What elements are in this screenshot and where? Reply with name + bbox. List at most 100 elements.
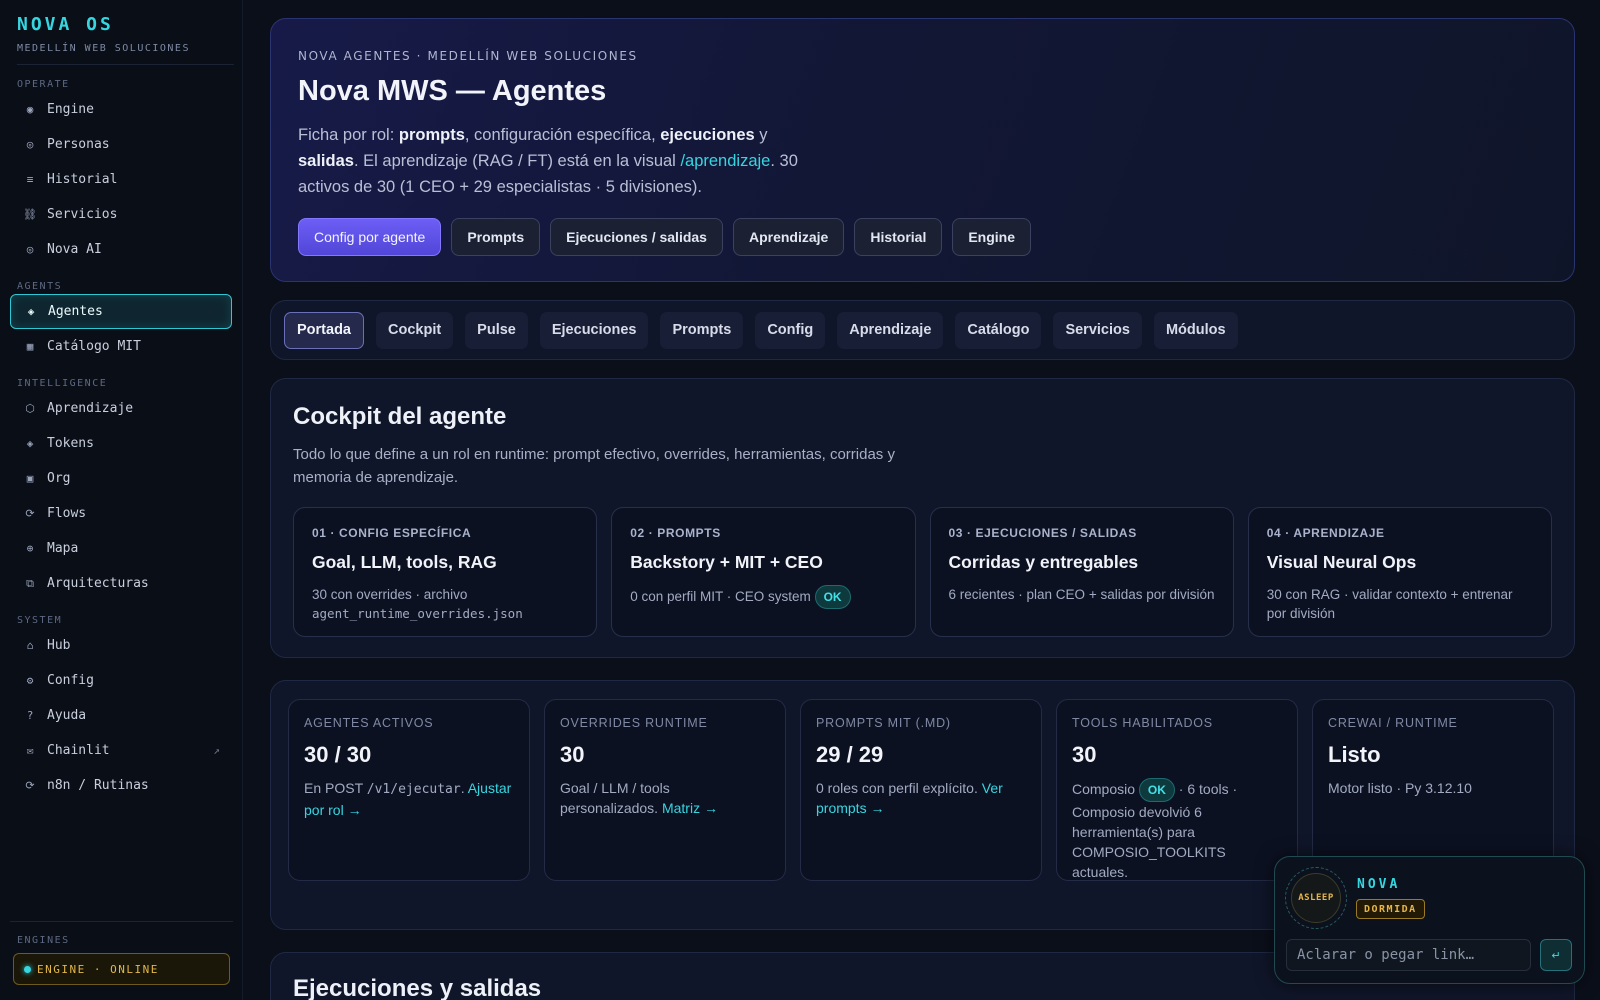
section-operate: OPERATE — [17, 79, 70, 90]
sidebar: NOVA OS MEDELLÍN WEB SOLUCIONES OPERATE … — [0, 0, 243, 1000]
stat-prompts-mit: PROMPTS MIT (.MD) 29 / 29 0 roles con pe… — [800, 699, 1042, 881]
engine-button[interactable]: Engine — [952, 218, 1032, 256]
stat-label: AGENTES ACTIVOS — [304, 716, 434, 730]
sidebar-item-personas[interactable]: ◎ Personas — [10, 127, 232, 162]
text-bold: prompts — [398, 126, 465, 144]
tab-ejecuciones[interactable]: Ejecuciones — [539, 311, 649, 349]
sidebar-item-flows[interactable]: ⟳ Flows — [10, 496, 232, 531]
sidebar-item-agentes[interactable]: ◈ Agentes — [10, 294, 232, 329]
ejecuciones-salidas-button[interactable]: Ejecuciones / salidas — [550, 218, 723, 256]
stat-label: CREWAI / RUNTIME — [1328, 716, 1458, 730]
nova-status-badge: DORMIDA — [1356, 899, 1425, 919]
hero-card: NOVA AGENTES · MEDELLÍN WEB SOLUCIONES N… — [270, 18, 1575, 282]
diamond-icon: ◈ — [27, 305, 35, 318]
tab-prompts[interactable]: Prompts — [660, 311, 744, 349]
target-icon: ◎ — [26, 138, 34, 151]
sidebar-item-hub[interactable]: ⌂ Hub — [10, 628, 232, 663]
tab-catalogo[interactable]: Catálogo — [955, 311, 1042, 349]
tab-aprendizaje[interactable]: Aprendizaje — [837, 311, 944, 349]
historial-button[interactable]: Historial — [854, 218, 943, 256]
sidebar-item-historial[interactable]: ≡ Historial — [10, 162, 232, 197]
send-icon[interactable]: ↵ — [1540, 939, 1572, 971]
tab-bar: Portada Cockpit Pulse Ejecuciones Prompt… — [270, 300, 1575, 360]
step-text: 30 con RAG · validar contexto + entrenar… — [1266, 587, 1513, 621]
text-bold: ejecuciones — [660, 126, 755, 144]
step-aprendizaje[interactable]: 04 · APRENDIZAJE Visual Neural Ops 30 co… — [1247, 507, 1552, 637]
divider — [17, 64, 234, 65]
sidebar-item-nova-ai[interactable]: ◎ Nova AI — [10, 232, 232, 267]
aprendizaje-link[interactable]: /aprendizaje — [680, 152, 770, 170]
text: 0 con perfil MIT · CEO system — [630, 589, 811, 604]
tab-cockpit[interactable]: Cockpit — [376, 311, 454, 349]
stat-text: Composio OK · 6 tools · Composio devolvi… — [1072, 778, 1282, 882]
step-tag: 03 · EJECUCIONES / SALIDAS — [948, 526, 1137, 540]
status-badge: OK — [814, 585, 851, 609]
sidebar-item-config[interactable]: ⚙ Config — [10, 663, 232, 698]
status-dot-icon — [24, 965, 31, 973]
hexagon-icon: ⬡ — [25, 402, 35, 415]
tab-pulse[interactable]: Pulse — [465, 311, 528, 349]
text: . — [460, 780, 468, 796]
stat-text: Goal / LLM / tools personalizados. Matri… — [560, 778, 770, 818]
sidebar-item-catalogo-mit[interactable]: ▦ Catálogo MIT — [10, 329, 232, 364]
nova-input[interactable] — [1286, 939, 1531, 971]
prompts-button[interactable]: Prompts — [451, 218, 541, 256]
divider — [10, 921, 233, 922]
sidebar-item-label: Flows — [47, 506, 87, 521]
aprendizaje-button[interactable]: Aprendizaje — [732, 218, 845, 256]
radio-icon: ◉ — [26, 103, 34, 116]
gear-icon: ⚙ — [26, 674, 34, 687]
sidebar-item-org[interactable]: ▣ Org — [10, 461, 232, 496]
step-prompts[interactable]: 02 · PROMPTS Backstory + MIT + CEO 0 con… — [611, 507, 916, 637]
sidebar-item-servicios[interactable]: ⛓ Servicios — [10, 197, 232, 232]
tab-modulos[interactable]: Módulos — [1153, 311, 1238, 349]
main-content: NOVA AGENTES · MEDELLÍN WEB SOLUCIONES N… — [270, 18, 1575, 1000]
grid-icon: ▦ — [26, 340, 34, 353]
sidebar-item-ayuda[interactable]: ? Ayuda — [10, 698, 232, 733]
step-text: 0 con perfil MIT · CEO system OK — [630, 585, 896, 609]
help-icon: ? — [26, 709, 34, 722]
stat-text: Motor listo · Py 3.12.10 — [1328, 780, 1472, 796]
sidebar-item-engine[interactable]: ◉ Engine — [10, 92, 232, 127]
matriz-link[interactable]: Matriz → — [662, 800, 718, 816]
sidebar-item-label: Config — [47, 673, 94, 688]
sidebar-item-n8n-rutinas[interactable]: ⟳ n8n / Rutinas — [10, 768, 232, 803]
engines-label: ENGINES — [17, 935, 70, 946]
stat-label: PROMPTS MIT (.MD) — [816, 716, 951, 730]
tab-config[interactable]: Config — [755, 311, 826, 349]
step-config[interactable]: 01 · CONFIG ESPECÍFICA Goal, LLM, tools,… — [293, 507, 598, 637]
sidebar-item-label: Servicios — [47, 207, 118, 222]
config-por-agente-button[interactable]: Config por agente — [298, 218, 442, 256]
sidebar-item-chainlit[interactable]: ✉ Chainlit ↗ — [10, 733, 232, 768]
sidebar-item-tokens[interactable]: ◈ Tokens — [10, 426, 232, 461]
mail-icon: ✉ — [26, 744, 34, 757]
step-tag: 04 · APRENDIZAJE — [1266, 526, 1385, 540]
sidebar-item-label: n8n / Rutinas — [47, 778, 149, 793]
text: Goal / LLM / tools personalizados. — [560, 780, 670, 816]
sidebar-item-arquitecturas[interactable]: ⧉ Arquitecturas — [10, 566, 232, 601]
nova-name: NOVA — [1357, 877, 1401, 892]
nova-orb[interactable]: ASLEEP — [1285, 867, 1347, 929]
sidebar-item-label: Tokens — [47, 436, 94, 451]
engine-status-badge[interactable]: ENGINE · ONLINE — [13, 953, 230, 985]
sidebar-item-label: Catálogo MIT — [47, 339, 141, 354]
stat-agentes-activos: AGENTES ACTIVOS 30 / 30 En POST /v1/ejec… — [288, 699, 530, 881]
sidebar-item-aprendizaje[interactable]: ⬡ Aprendizaje — [10, 391, 232, 426]
sidebar-item-label: Personas — [47, 137, 110, 152]
tab-portada[interactable]: Portada — [284, 311, 364, 349]
diamond-icon: ◈ — [26, 437, 34, 450]
step-ejecuciones[interactable]: 03 · EJECUCIONES / SALIDAS Corridas y en… — [929, 507, 1234, 637]
tab-servicios[interactable]: Servicios — [1053, 311, 1142, 349]
sidebar-item-label: Engine — [47, 102, 94, 117]
cockpit-card: Cockpit del agente Todo lo que define a … — [270, 378, 1575, 658]
text-bold: salidas — [298, 152, 354, 170]
sidebar-item-mapa[interactable]: ⊕ Mapa — [10, 531, 232, 566]
section-system: SYSTEM — [17, 615, 63, 626]
step-tag: 01 · CONFIG ESPECÍFICA — [312, 526, 472, 540]
refresh-icon: ⟳ — [25, 507, 35, 520]
cockpit-title: Cockpit del agente — [293, 403, 507, 430]
step-text: 30 con overrides · archivo agent_runtime_… — [312, 585, 578, 623]
cockpit-description: Todo lo que define a un rol en runtime: … — [293, 446, 895, 486]
sidebar-item-label: Arquitecturas — [47, 576, 149, 591]
step-title: Visual Neural Ops — [1266, 552, 1417, 572]
